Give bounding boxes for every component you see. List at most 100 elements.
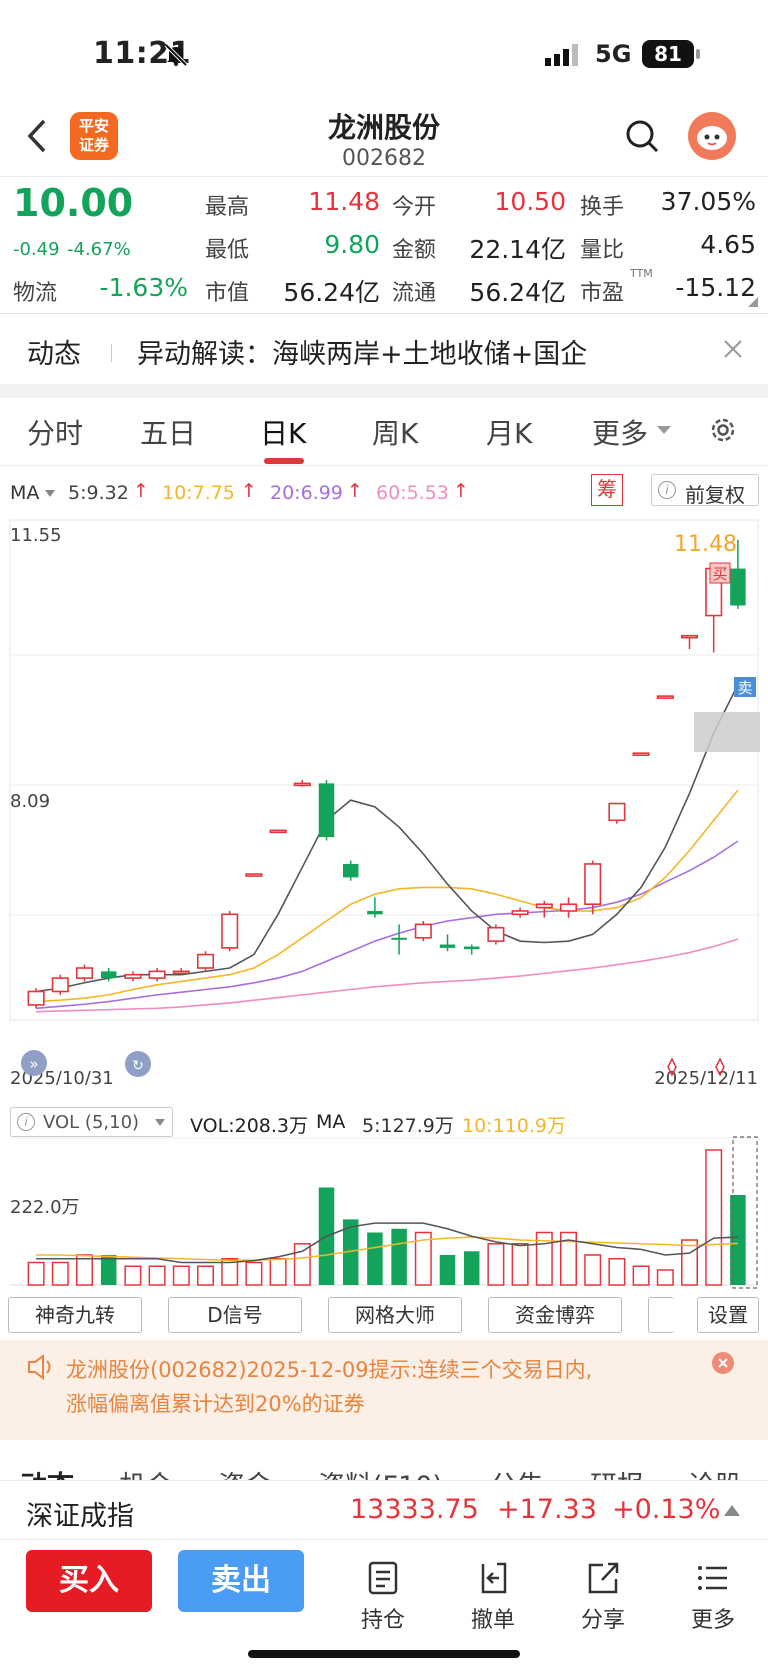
last-price: 10.00 <box>13 181 134 225</box>
open-label: 今开 <box>392 195 437 220</box>
section-divider <box>0 384 768 398</box>
position-action[interactable]: 持仓 <box>343 1560 423 1634</box>
tool-settings[interactable]: 设置 <box>697 1297 759 1333</box>
close-icon[interactable] <box>722 338 744 364</box>
info-tab-funds[interactable]: 资金 <box>218 1464 272 1480</box>
candle-body <box>148 970 166 979</box>
ma-dropdown-icon[interactable] <box>45 490 55 497</box>
expand-up-icon[interactable] <box>724 1505 740 1516</box>
avatar[interactable] <box>688 112 736 160</box>
quote-panel: 10.00 -0.49 -4.67% 物流 -1.63% 最高 11.48 最低… <box>0 176 768 314</box>
volume-ma10: 10:110.9万 <box>462 1115 566 1137</box>
network-type: 5G <box>595 40 632 68</box>
candle-body <box>487 926 505 942</box>
tab-intraday[interactable]: 分时 <box>27 412 83 452</box>
volume-bar <box>27 1261 45 1286</box>
volume-ma5: 5:127.9万 <box>362 1115 454 1137</box>
news-divider <box>111 344 112 362</box>
cancel-action[interactable]: 撤单 <box>453 1560 533 1634</box>
ma-label[interactable]: MA <box>10 482 39 504</box>
battery-tip-icon <box>696 49 700 59</box>
turnover-value: 37.05% <box>660 187 756 216</box>
chip-button[interactable]: 筹 <box>591 474 623 506</box>
cap-label: 市值 <box>205 281 250 306</box>
sector-value: -1.63% <box>99 273 188 302</box>
tab-more[interactable]: 更多 <box>592 412 648 452</box>
info-tab-f10[interactable]: 资料(F10) <box>318 1464 443 1480</box>
sell-marker-label: 卖 <box>737 679 752 697</box>
volume-bar <box>148 1265 166 1286</box>
tab-daily-k[interactable]: 日K <box>260 412 306 452</box>
sell-button[interactable]: 卖出 <box>178 1550 304 1612</box>
buy-button[interactable]: 买入 <box>26 1550 152 1612</box>
info-icon: i <box>658 481 676 499</box>
alert-close-icon[interactable] <box>712 1352 734 1374</box>
volume-bar <box>293 1243 311 1286</box>
tool-fund-game[interactable]: 资金博弈 <box>488 1297 622 1333</box>
event-marker-left[interactable]: » <box>21 1050 47 1076</box>
tool-grid-master[interactable]: 网格大师 <box>328 1297 462 1333</box>
info-tab-research[interactable]: 研报 <box>590 1464 644 1480</box>
pe-label: 市盈 <box>580 281 625 306</box>
alert-text-line2: 涨幅偏离值累计达到20%的证券 <box>66 1392 365 1416</box>
signal-icon <box>545 44 581 70</box>
candle-body <box>124 973 142 979</box>
candle-body <box>318 783 335 838</box>
battery-level: 81 <box>654 42 682 66</box>
gear-icon[interactable] <box>707 414 739 450</box>
candle-body <box>730 568 746 606</box>
low-value: 9.80 <box>324 230 380 259</box>
adjust-button[interactable]: i 前复权 <box>651 474 759 507</box>
tool-magic-nine[interactable]: 神奇九转 <box>8 1297 142 1333</box>
candle-body <box>584 863 602 906</box>
ma5-value: 5:9.32 <box>68 482 129 504</box>
volume-bar <box>632 1265 650 1286</box>
cancel-label: 撤单 <box>470 1608 515 1633</box>
candle-body <box>342 863 359 878</box>
volume-bar <box>511 1243 529 1286</box>
info-tab-discuss[interactable]: 论股 <box>688 1464 742 1480</box>
active-tab-indicator <box>264 458 304 464</box>
corner-triangle-icon <box>748 297 758 307</box>
candle-body <box>221 913 239 949</box>
candle-body <box>535 903 553 909</box>
price-change-pct: -4.67% <box>67 239 131 260</box>
buy-marker[interactable]: 买 <box>709 562 731 584</box>
tab-monthly-k[interactable]: 月K <box>486 412 532 452</box>
volume-bar <box>439 1255 456 1285</box>
volume-chart[interactable]: 222.0万 <box>0 1135 768 1290</box>
volume-bar <box>487 1243 505 1286</box>
volume-indicator-select[interactable]: i VOL (5,10) <box>10 1107 173 1137</box>
candle-body <box>172 970 190 975</box>
news-bar[interactable]: 动态 异动解读：海峡两岸+土地收储+国企 <box>0 314 768 384</box>
index-ticker[interactable]: 深证成指 13333.75 +17.33 +0.13% <box>0 1480 768 1540</box>
volratio-label: 量比 <box>580 238 625 263</box>
info-tab-announcements[interactable]: 公告 <box>490 1464 544 1480</box>
news-text[interactable]: 异动解读：海峡两岸+土地收储+国企 <box>137 332 587 371</box>
info-tab-news[interactable]: 动态 <box>20 1464 74 1480</box>
status-bar: 11:21 5G 81 <box>0 0 768 100</box>
more-action[interactable]: 更多 <box>673 1560 753 1634</box>
price-change: -0.49 <box>13 239 60 260</box>
share-action[interactable]: 分享 <box>563 1560 643 1634</box>
menu-icon <box>698 1566 727 1590</box>
tool-partial[interactable] <box>648 1297 674 1333</box>
search-icon[interactable] <box>624 118 660 158</box>
tool-d-signal[interactable]: D信号 <box>168 1297 302 1333</box>
risk-alert-banner[interactable]: 龙洲股份(002682)2025-12-09提示:连续三个交易日内, 涨幅偏离值… <box>0 1340 768 1440</box>
volratio-value: 4.65 <box>700 230 756 259</box>
volume-bar <box>197 1265 214 1286</box>
sell-marker[interactable]: 卖 <box>734 677 756 697</box>
info-icon: i <box>17 1113 35 1131</box>
ma5-line <box>35 684 739 993</box>
high-value: 11.48 <box>308 187 380 216</box>
tab-five-day[interactable]: 五日 <box>140 412 196 452</box>
kline-chart[interactable]: 11.55 8.09 2025/10/31 2025/12/11 11.48 买… <box>0 515 768 1085</box>
low-label: 最低 <box>205 238 250 263</box>
event-marker-mid[interactable]: ↻ <box>125 1051 151 1077</box>
tab-weekly-k[interactable]: 周K <box>372 412 418 452</box>
candle-body <box>51 977 69 993</box>
info-tab-opportunity[interactable]: 机会 <box>119 1464 173 1480</box>
up-arrow-icon: ↑ <box>347 480 363 502</box>
high-label: 最高 <box>205 195 250 220</box>
